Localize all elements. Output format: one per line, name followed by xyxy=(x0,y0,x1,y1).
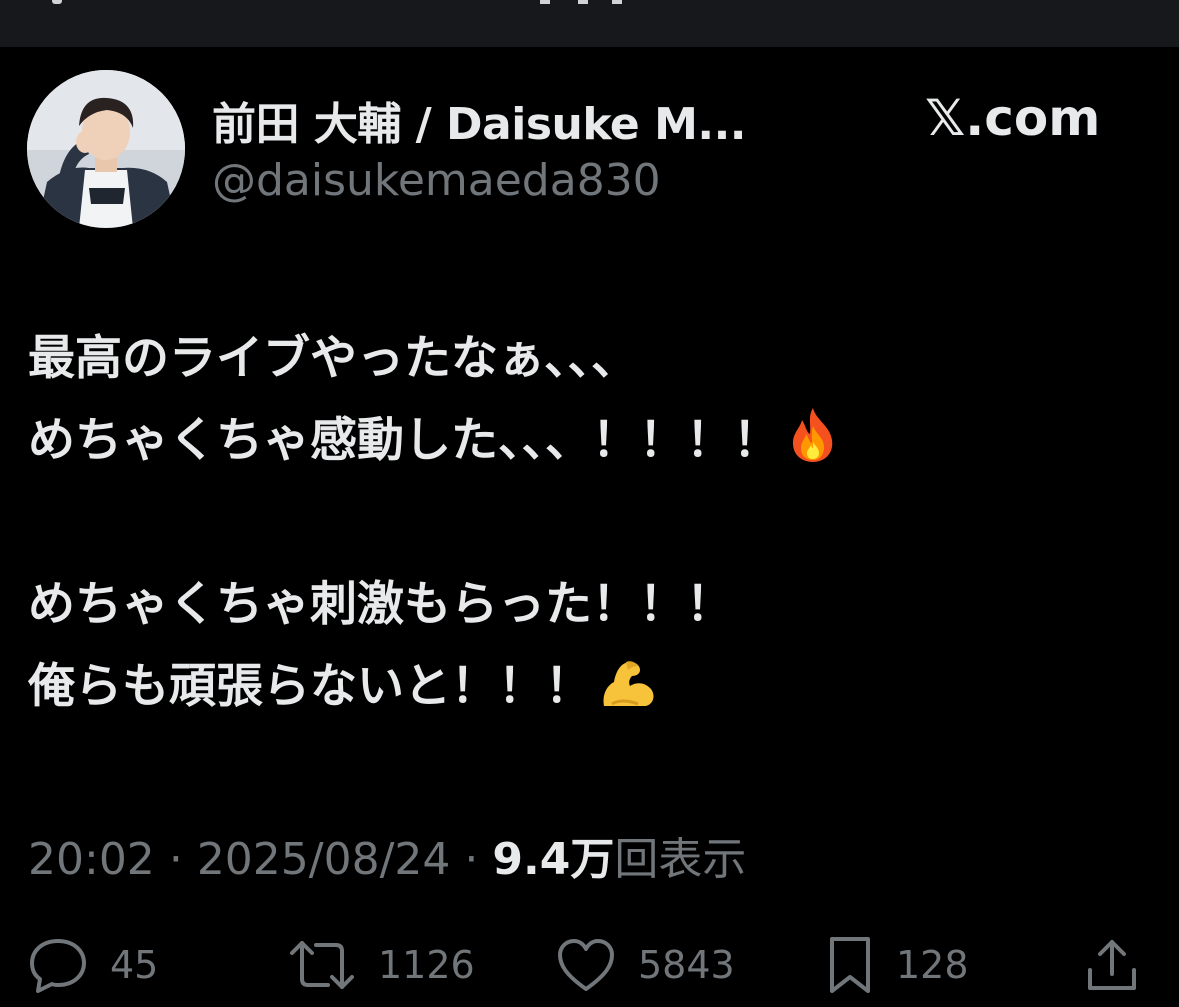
reply-button[interactable]: 45 xyxy=(28,930,158,1000)
title-fragment xyxy=(612,0,622,4)
tweet-date[interactable]: 2025/08/24 xyxy=(197,834,451,885)
tweet-line-text: 俺らも頑張らないと！！！ xyxy=(28,659,592,714)
tweet-line-text: 最高のライブやったなぁ、、、 xyxy=(28,331,639,386)
tweet-actions: 45 1126 5843 128 xyxy=(0,930,1179,1000)
author-handle[interactable]: @daisukemaeda830 xyxy=(212,155,661,206)
profile-photo xyxy=(27,70,185,228)
flexed-biceps-emoji-icon xyxy=(598,654,658,736)
brand-label: 𝕏.com xyxy=(925,89,1101,147)
share-button[interactable] xyxy=(1086,930,1138,1000)
share-icon xyxy=(1088,940,1136,990)
meta-separator: · xyxy=(168,834,183,885)
reply-count: 45 xyxy=(110,943,159,987)
tweet-text: 最高のライブやったなぁ、、、 めちゃくちゃ感動した、、、！！！！ めちゃくちゃ刺… xyxy=(28,318,1148,728)
top-navigation-bar xyxy=(0,0,1179,47)
title-fragment xyxy=(540,0,550,4)
bookmark-count: 128 xyxy=(896,943,969,987)
back-icon[interactable] xyxy=(52,0,62,4)
tweet-line: めちゃくちゃ感動した、、、！！！！ xyxy=(28,400,1148,482)
tweet-line: 俺らも頑張らないと！！！ xyxy=(28,646,1148,728)
repost-icon xyxy=(290,941,354,989)
tweet-line-text: めちゃくちゃ刺激もらった！！！ xyxy=(28,577,733,632)
bookmark-icon xyxy=(830,937,870,993)
author-display-name[interactable]: 前田 大輔 / Daisuke M... xyxy=(212,88,747,152)
tweet-line: めちゃくちゃ刺激もらった！！！ xyxy=(28,564,1148,646)
fire-emoji-icon xyxy=(786,406,840,490)
heart-icon xyxy=(558,939,614,991)
like-count: 5843 xyxy=(638,943,735,987)
title-fragment xyxy=(578,0,588,4)
top-bar-partial-content xyxy=(0,0,1179,6)
tweet-meta: 20:02 · 2025/08/24 · 9.4万回表示 xyxy=(28,823,746,887)
tweet-line: 最高のライブやったなぁ、、、 xyxy=(28,318,1148,400)
tweet-line-text: めちゃくちゃ感動した、、、！！！！ xyxy=(28,413,780,468)
meta-separator: · xyxy=(464,834,479,885)
views-count[interactable]: 9.4万 xyxy=(492,834,614,885)
repost-count: 1126 xyxy=(378,943,475,987)
views-label: 回表示 xyxy=(614,834,747,885)
repost-button[interactable]: 1126 xyxy=(288,930,475,1000)
bookmark-button[interactable]: 128 xyxy=(826,930,969,1000)
like-button[interactable]: 5843 xyxy=(556,930,735,1000)
tweet-time[interactable]: 20:02 xyxy=(28,834,155,885)
avatar[interactable] xyxy=(27,70,185,228)
reply-icon xyxy=(30,939,86,993)
